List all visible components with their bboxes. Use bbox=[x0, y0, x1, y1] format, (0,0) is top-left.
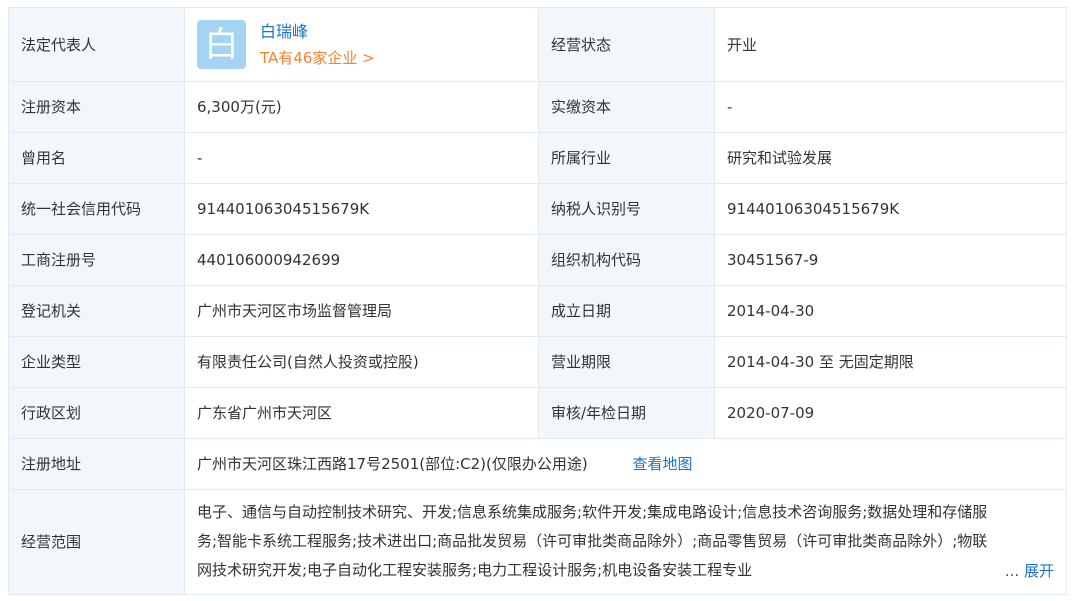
avatar[interactable]: 白 bbox=[197, 20, 246, 69]
field-value: 2014-04-30 至 无固定期限 bbox=[714, 336, 1067, 388]
related-companies-link[interactable]: TA有46家企业 > bbox=[260, 47, 375, 69]
table-row: 企业类型 有限责任公司(自然人投资或控股) 营业期限 2014-04-30 至 … bbox=[8, 336, 1067, 388]
field-label: 行政区划 bbox=[8, 387, 185, 439]
expand-link[interactable]: 展开 bbox=[1024, 562, 1054, 580]
field-label: 纳税人识别号 bbox=[538, 183, 715, 235]
field-value: 440106000942699 bbox=[184, 234, 539, 286]
table-row: 注册地址 广州市天河区珠江西路17号2501(部位:C2)(仅限办公用途) 查看… bbox=[8, 438, 1067, 490]
field-label: 登记机关 bbox=[8, 285, 185, 337]
table-row: 工商注册号 440106000942699 组织机构代码 30451567-9 bbox=[8, 234, 1067, 286]
field-value: 30451567-9 bbox=[714, 234, 1067, 286]
legal-rep-name-link[interactable]: 白瑞峰 bbox=[260, 21, 375, 43]
table-row: 法定代表人 白 白瑞峰 TA有46家企业 > 经营状态 开业 bbox=[8, 7, 1067, 82]
scope-cell: 电子、通信与自动控制技术研究、开发;信息系统集成服务;软件开发;集成电路设计;信… bbox=[184, 489, 1067, 595]
legal-rep-cell: 白 白瑞峰 TA有46家企业 > bbox=[184, 7, 539, 82]
table-row: 统一社会信用代码 91440106304515679K 纳税人识别号 91440… bbox=[8, 183, 1067, 235]
field-label: 企业类型 bbox=[8, 336, 185, 388]
field-label: 组织机构代码 bbox=[538, 234, 715, 286]
status-value: 开业 bbox=[714, 7, 1067, 82]
table-row: 注册资本 6,300万(元) 实缴资本 - bbox=[8, 81, 1067, 133]
field-value: 2014-04-30 bbox=[714, 285, 1067, 337]
view-map-link[interactable]: 查看地图 bbox=[633, 455, 693, 473]
address-cell: 广州市天河区珠江西路17号2501(部位:C2)(仅限办公用途) 查看地图 bbox=[184, 438, 1067, 490]
field-label: 审核/年检日期 bbox=[538, 387, 715, 439]
company-info-panel: 法定代表人 白 白瑞峰 TA有46家企业 > 经营状态 开业 注册资本 6,30… bbox=[8, 7, 1067, 595]
field-value: - bbox=[184, 132, 539, 184]
field-value: 91440106304515679K bbox=[714, 183, 1067, 235]
status-label: 经营状态 bbox=[538, 7, 715, 82]
field-label: 曾用名 bbox=[8, 132, 185, 184]
scope-ellipsis: ... bbox=[1004, 562, 1020, 580]
table-row: 行政区划 广东省广州市天河区 审核/年检日期 2020-07-09 bbox=[8, 387, 1067, 439]
field-label: 成立日期 bbox=[538, 285, 715, 337]
legal-rep-label: 法定代表人 bbox=[8, 7, 185, 82]
field-label: 统一社会信用代码 bbox=[8, 183, 185, 235]
table-row: 登记机关 广州市天河区市场监督管理局 成立日期 2014-04-30 bbox=[8, 285, 1067, 337]
table-row: 经营范围 电子、通信与自动控制技术研究、开发;信息系统集成服务;软件开发;集成电… bbox=[8, 489, 1067, 595]
field-label: 所属行业 bbox=[538, 132, 715, 184]
field-label: 工商注册号 bbox=[8, 234, 185, 286]
field-value: - bbox=[714, 81, 1067, 133]
field-label: 注册资本 bbox=[8, 81, 185, 133]
field-value: 91440106304515679K bbox=[184, 183, 539, 235]
field-label: 营业期限 bbox=[538, 336, 715, 388]
address-value: 广州市天河区珠江西路17号2501(部位:C2)(仅限办公用途) bbox=[197, 455, 588, 473]
field-label: 实缴资本 bbox=[538, 81, 715, 133]
table-row: 曾用名 - 所属行业 研究和试验发展 bbox=[8, 132, 1067, 184]
field-value: 6,300万(元) bbox=[184, 81, 539, 133]
scope-label: 经营范围 bbox=[8, 489, 185, 595]
company-info-table: 法定代表人 白 白瑞峰 TA有46家企业 > 经营状态 开业 注册资本 6,30… bbox=[8, 7, 1067, 595]
field-value: 广州市天河区市场监督管理局 bbox=[184, 285, 539, 337]
field-value: 研究和试验发展 bbox=[714, 132, 1067, 184]
scope-value: 电子、通信与自动控制技术研究、开发;信息系统集成服务;软件开发;集成电路设计;信… bbox=[197, 503, 988, 579]
field-value: 有限责任公司(自然人投资或控股) bbox=[184, 336, 539, 388]
field-value: 广东省广州市天河区 bbox=[184, 387, 539, 439]
address-label: 注册地址 bbox=[8, 438, 185, 490]
field-value: 2020-07-09 bbox=[714, 387, 1067, 439]
